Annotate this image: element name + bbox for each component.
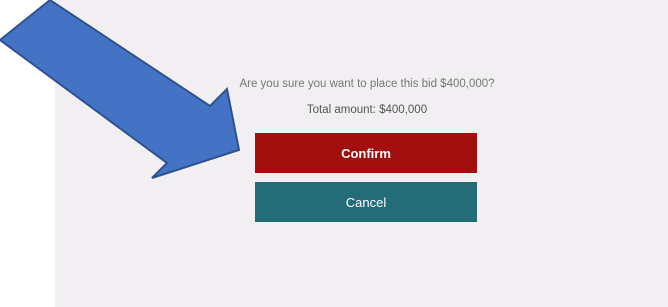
screen: Are you sure you want to place this bid …: [0, 0, 668, 307]
confirmation-question: Are you sure you want to place this bid …: [239, 78, 495, 90]
total-amount: Total amount: $400,000: [306, 104, 428, 116]
bid-confirmation-dialog: Are you sure you want to place this bid …: [55, 0, 668, 307]
cancel-button[interactable]: Cancel: [255, 182, 477, 222]
confirm-button[interactable]: Confirm: [255, 133, 477, 173]
